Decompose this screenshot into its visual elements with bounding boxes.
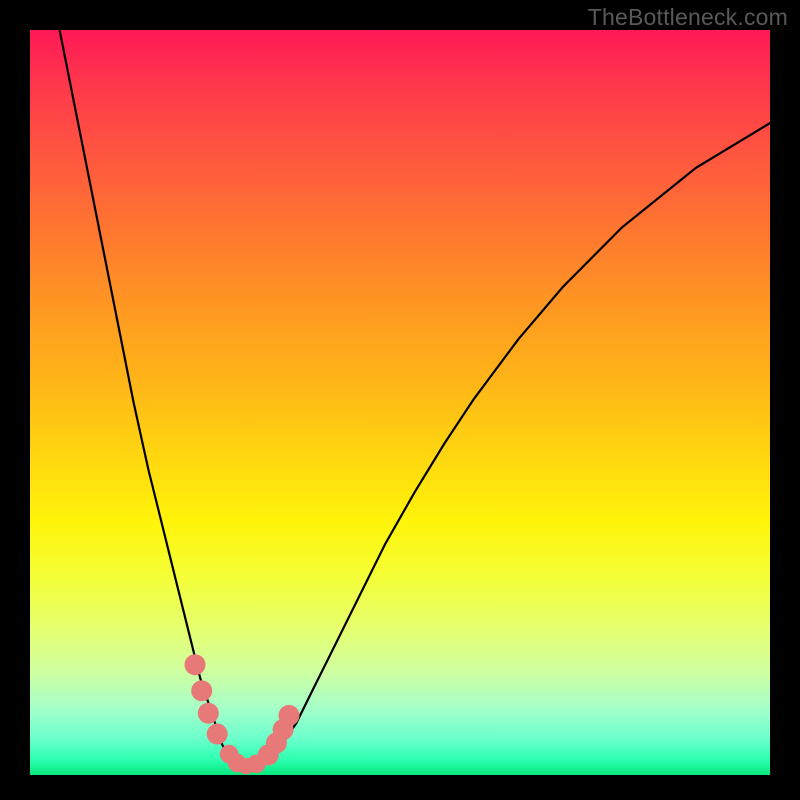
- plot-area: [30, 30, 770, 775]
- curve-marker: [207, 724, 228, 745]
- curve-layer: [30, 30, 770, 775]
- chart-frame: TheBottleneck.com: [0, 0, 800, 800]
- watermark-text: TheBottleneck.com: [588, 4, 788, 31]
- curve-markers: [185, 654, 300, 774]
- curve-marker: [191, 680, 212, 701]
- curve-marker: [279, 705, 300, 726]
- curve-marker: [198, 703, 219, 724]
- bottleneck-curve: [60, 30, 770, 768]
- curve-marker: [185, 654, 206, 675]
